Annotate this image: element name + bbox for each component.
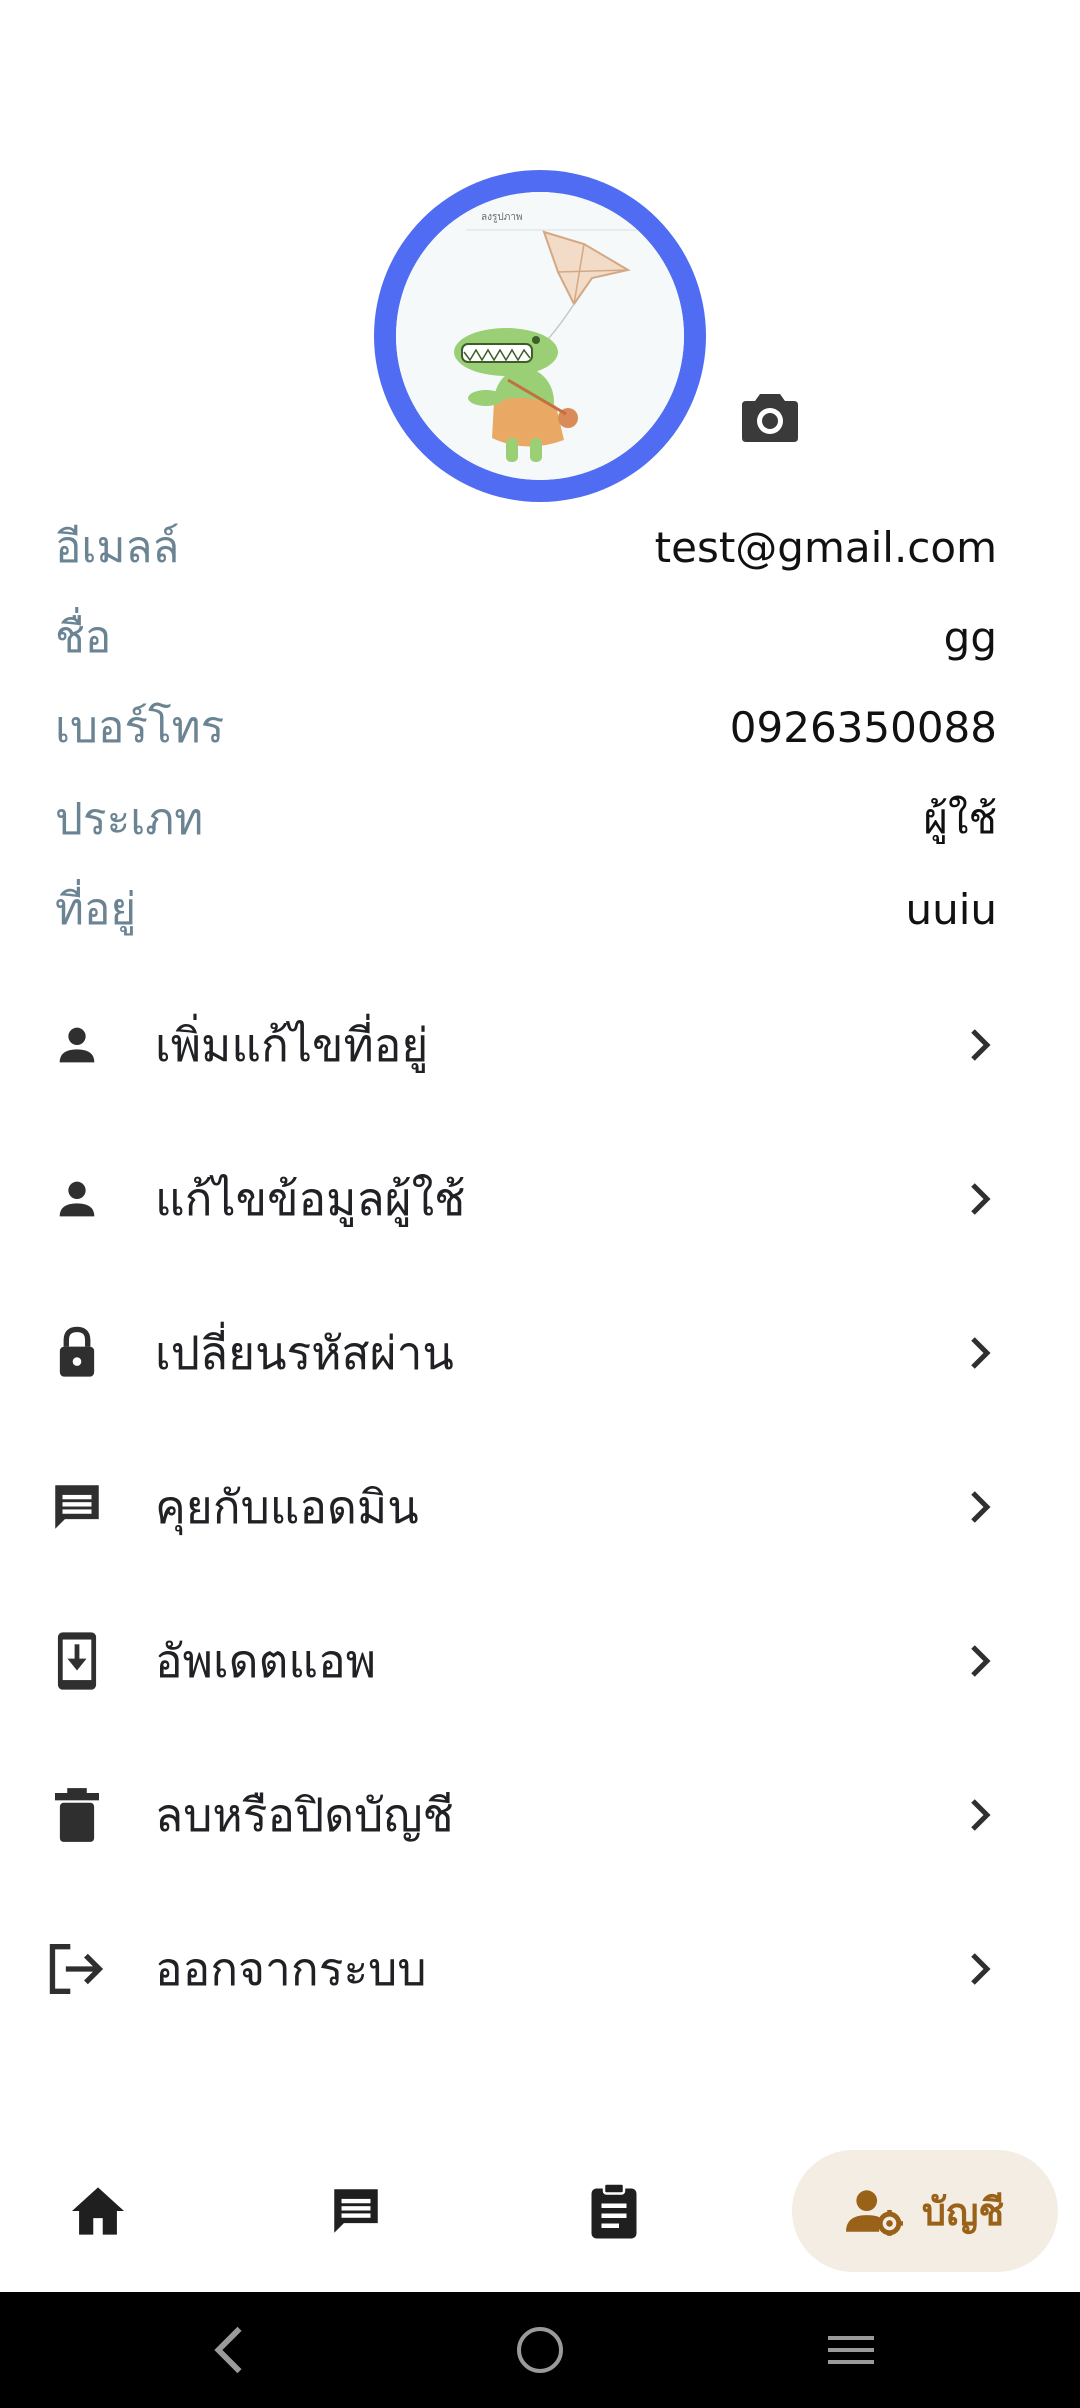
- clipboard-icon: [591, 2182, 637, 2239]
- menu-item-label: แก้ไขข้อมูลผู้ใช้: [155, 1171, 466, 1226]
- person-icon: [46, 1168, 108, 1230]
- nav-account-label: บัญชี: [921, 2189, 1005, 2234]
- menu-item-label: เพิ่มแก้ไขที่อยู่: [155, 1017, 429, 1072]
- address-label: ที่อยู่: [55, 884, 137, 935]
- menu-item-label: ลบหรือปิดบัญชี: [155, 1787, 454, 1842]
- person-icon: [46, 1014, 108, 1076]
- menu-item-label: ออกจากระบบ: [155, 1941, 427, 1996]
- chevron-right-icon: [958, 1947, 1002, 1991]
- type-row: ประเภท ผู้ใช้: [55, 784, 997, 854]
- profile-avatar[interactable]: ลงรูปภาพ: [374, 170, 706, 502]
- chevron-right-icon: [958, 1639, 1002, 1683]
- address-row: ที่อยู่ uuiu: [55, 874, 997, 944]
- menu-item-edit-user[interactable]: แก้ไขข้อมูลผู้ใช้: [0, 1122, 1080, 1276]
- menu-item-label: เปลี่ยนรหัสผ่าน: [155, 1325, 454, 1380]
- phone-value: 0926350088: [729, 702, 997, 752]
- menu-item-logout[interactable]: ออกจากระบบ: [0, 1892, 1080, 2046]
- menu-lines-icon: [828, 2336, 874, 2364]
- chevron-right-icon: [958, 1485, 1002, 1529]
- back-icon: [214, 2326, 242, 2374]
- nav-chat-button[interactable]: [316, 2150, 396, 2272]
- menu-item-chat-admin[interactable]: คุยกับแอดมิน: [0, 1430, 1080, 1584]
- logout-icon: [46, 1938, 108, 2000]
- home-icon: [72, 2187, 124, 2235]
- lock-icon: [46, 1322, 108, 1384]
- menu-item-edit-address[interactable]: เพิ่มแก้ไขที่อยู่: [0, 968, 1080, 1122]
- trash-icon: [46, 1784, 108, 1846]
- chevron-right-icon: [958, 1177, 1002, 1221]
- address-value: uuiu: [905, 884, 997, 934]
- system-nav-bar: [0, 2292, 1080, 2408]
- avatar-image: ลงรูปภาพ: [396, 192, 684, 480]
- system-back-button[interactable]: [192, 2314, 264, 2386]
- email-label: อีเมลล์: [55, 522, 180, 573]
- system-menu-button[interactable]: [815, 2314, 887, 2386]
- chevron-right-icon: [958, 1023, 1002, 1067]
- phone-download-icon: [46, 1630, 108, 1692]
- system-home-button[interactable]: [504, 2314, 576, 2386]
- bottom-nav: บัญชี: [0, 2130, 1080, 2292]
- camera-icon: [742, 394, 798, 442]
- name-row: ชื่อ gg: [55, 602, 997, 672]
- avatar-caption: ลงรูปภาพ: [481, 212, 523, 223]
- name-label: ชื่อ: [55, 612, 112, 663]
- chevron-right-icon: [958, 1793, 1002, 1837]
- phone-label: เบอร์โทร: [55, 702, 225, 753]
- change-photo-button[interactable]: [738, 384, 802, 448]
- menu-item-delete-account[interactable]: ลบหรือปิดบัญชี: [0, 1738, 1080, 1892]
- nav-orders-button[interactable]: [574, 2150, 654, 2272]
- type-label: ประเภท: [55, 794, 204, 845]
- email-row: อีเมลล์ test@gmail.com: [55, 512, 997, 582]
- type-value: ผู้ใช้: [923, 794, 997, 843]
- nav-account-button[interactable]: บัญชี: [792, 2150, 1058, 2272]
- user-settings-icon: [845, 2190, 903, 2236]
- menu-item-label: คุยกับแอดมิน: [155, 1479, 419, 1534]
- menu-item-label: อัพเดตแอพ: [155, 1633, 377, 1688]
- menu-item-update-app[interactable]: อัพเดตแอพ: [0, 1584, 1080, 1738]
- crocodile-illustration: ลงรูปภาพ: [396, 192, 684, 480]
- nav-home-button[interactable]: [58, 2150, 138, 2272]
- phone-row: เบอร์โทร 0926350088: [55, 692, 997, 762]
- chat-icon: [46, 1476, 108, 1538]
- email-value: test@gmail.com: [654, 522, 997, 572]
- chat-icon: [334, 2189, 378, 2233]
- menu-item-change-password[interactable]: เปลี่ยนรหัสผ่าน: [0, 1276, 1080, 1430]
- name-value: gg: [943, 612, 997, 662]
- home-circle-icon: [517, 2327, 563, 2373]
- chevron-right-icon: [958, 1331, 1002, 1375]
